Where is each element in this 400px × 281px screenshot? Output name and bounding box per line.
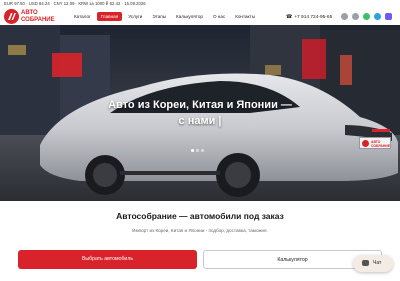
slider-dot[interactable] bbox=[191, 149, 194, 152]
chat-label: Чат bbox=[373, 260, 382, 266]
section-title: Автособрание — автомобили под заказ bbox=[116, 211, 284, 221]
logo-text-line1: АВТО bbox=[21, 10, 38, 16]
site-header: АВТО СОБРАНИЕ Каталог Главная Услуги Эта… bbox=[0, 9, 400, 25]
plate-text-line2: СОБРАНИЕ bbox=[371, 143, 390, 148]
slider-dot[interactable] bbox=[201, 149, 204, 152]
hero-slider: Авто из Кореи, Китая и Японии — с нами |… bbox=[0, 25, 400, 201]
header-phone[interactable]: ☎ +7 914 724-95-65 bbox=[286, 13, 332, 21]
choose-car-button[interactable]: Выбрать автомобиль bbox=[18, 250, 197, 269]
vk-icon[interactable] bbox=[341, 12, 348, 20]
odnoklassniki-icon[interactable] bbox=[352, 12, 359, 20]
main-nav: Каталог Главная Услуги Этапы Калькулятор… bbox=[70, 11, 261, 21]
nav-item-about[interactable]: О нас bbox=[209, 12, 229, 21]
phone-number[interactable]: +7 914 724-95-65 bbox=[294, 15, 332, 20]
nav-item-stages[interactable]: Этапы bbox=[148, 12, 170, 21]
hero-title-line1: Авто из Кореи, Китая и Японии — bbox=[108, 99, 292, 111]
phone-icon: ☎ bbox=[286, 13, 293, 20]
social-icons bbox=[337, 12, 392, 20]
slider-dot[interactable] bbox=[196, 149, 199, 152]
max-messenger-icon[interactable] bbox=[385, 12, 392, 20]
section-subtitle: Импорт из Кореи, Китая и Японии - подбор… bbox=[132, 228, 268, 233]
plate-logo-icon bbox=[362, 140, 369, 147]
telegram-icon[interactable] bbox=[374, 12, 381, 20]
hero-title: Авто из Кореи, Китая и Японии — с нами | bbox=[0, 97, 400, 129]
license-plate-logo: АВТО СОБРАНИЕ bbox=[359, 137, 391, 149]
nav-item-catalog[interactable]: Каталог bbox=[70, 12, 95, 21]
chat-icon bbox=[362, 260, 369, 266]
nav-item-services[interactable]: Услуги bbox=[124, 12, 146, 21]
nav-item-calculator[interactable]: Калькулятор bbox=[172, 12, 207, 21]
logo-mark-icon bbox=[4, 9, 19, 24]
slider-dots bbox=[191, 149, 206, 152]
exchange-rates-text: EUR 97.50 · USD 84.24 · CNY 12.09 · KRW … bbox=[4, 1, 146, 6]
exchange-rates-bar: EUR 97.50 · USD 84.24 · CNY 12.09 · KRW … bbox=[0, 0, 400, 9]
plate-text: АВТО СОБРАНИЕ bbox=[371, 140, 390, 148]
whatsapp-icon[interactable] bbox=[363, 12, 370, 20]
site-logo[interactable]: АВТО СОБРАНИЕ bbox=[4, 9, 64, 25]
nav-item-home[interactable]: Главная bbox=[96, 11, 123, 21]
nav-item-contacts[interactable]: Контакты bbox=[231, 12, 259, 21]
hero-title-line2: с нами | bbox=[178, 115, 222, 127]
logo-text-line2: СОБРАНИЕ bbox=[21, 17, 55, 23]
chat-widget-button[interactable]: Чат bbox=[353, 255, 393, 272]
